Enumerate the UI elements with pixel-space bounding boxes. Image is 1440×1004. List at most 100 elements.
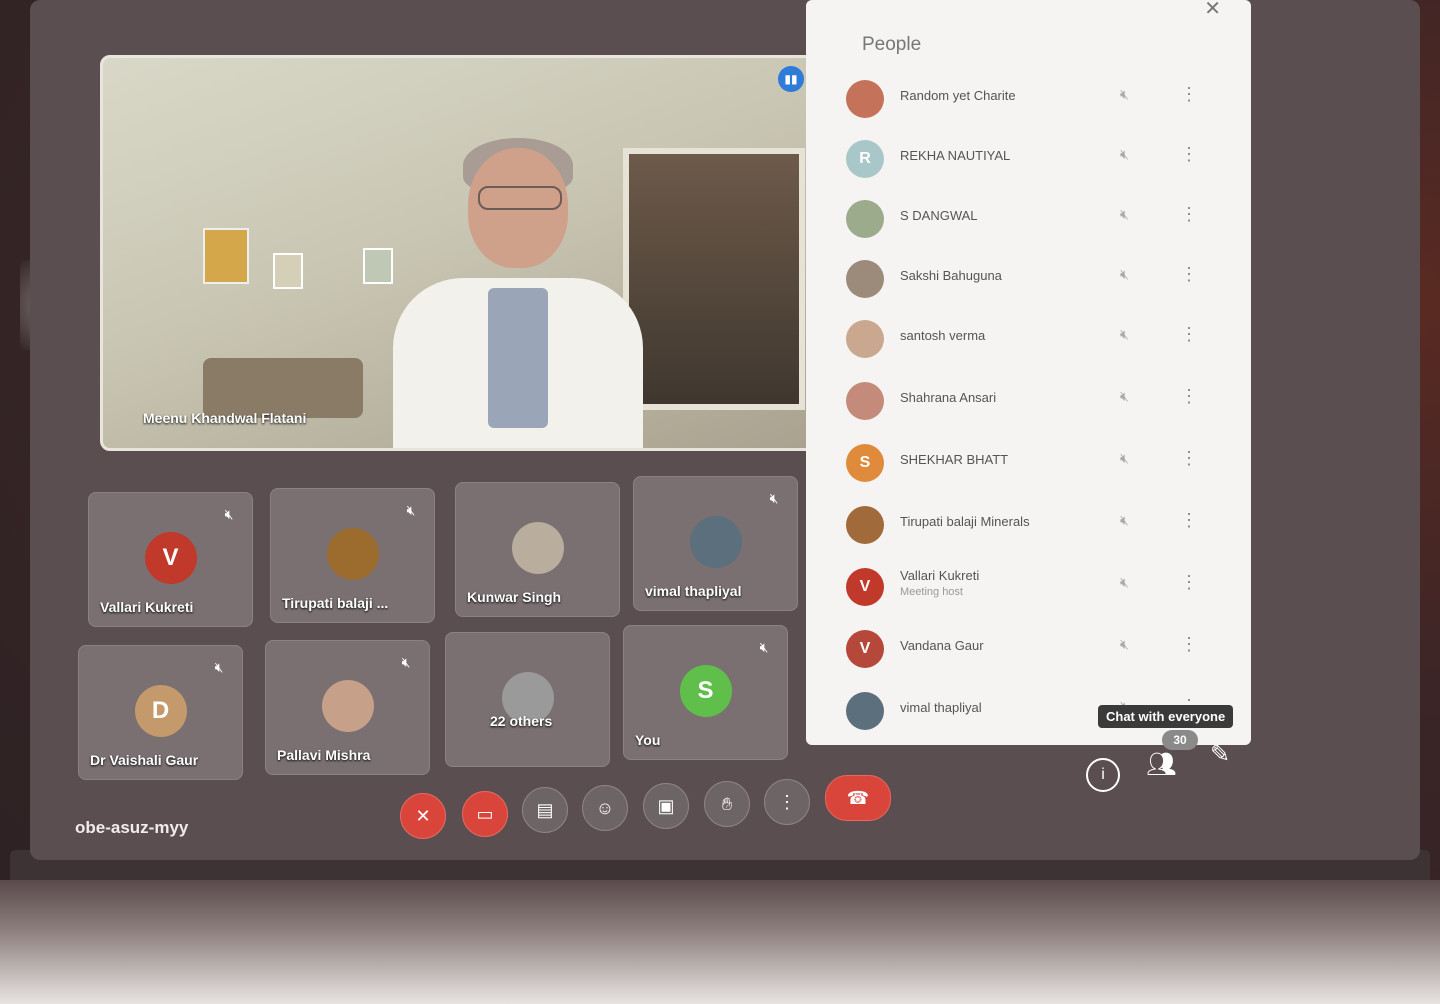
tile-name: Dr Vaishali Gaur [90, 752, 199, 768]
participant-row[interactable]: Random yet Charite 🔇︎ ⋮ [836, 76, 1236, 126]
participant-tile[interactable]: V 🔇︎ Vallari Kukreti [88, 492, 253, 627]
tile-name: Kunwar Singh [467, 589, 562, 605]
avatar [511, 522, 564, 574]
mic-off-icon: 🔇︎ [1120, 388, 1129, 404]
tile-name: 22 others [490, 713, 553, 729]
more-vert-icon[interactable]: ⋮ [764, 779, 810, 825]
mic-off-icon: 🔇︎ [759, 639, 769, 655]
participant-name: santosh verma [900, 328, 986, 343]
participant-name: Shahrana Ansari [900, 390, 997, 405]
avatar [689, 516, 742, 568]
tile-name: Tirupati balaji ... [282, 595, 389, 611]
participant-row[interactable]: S DANGWAL 🔇︎ ⋮ [836, 196, 1236, 246]
more-vert-icon[interactable]: ⋮ [1180, 324, 1198, 345]
participant-row[interactable]: V Vandana Gaur 🔇︎ ⋮ [836, 626, 1236, 676]
participant-row[interactable]: R REKHA NAUTIYAL 🔇︎ ⋮ [836, 136, 1236, 186]
mic-off-icon: 🔇︎ [214, 659, 224, 675]
participant-name: Sakshi Bahuguna [900, 268, 1002, 283]
more-vert-icon[interactable]: ⋮ [1180, 510, 1198, 531]
mic-off-icon: 🔇︎ [406, 502, 416, 518]
participant-row[interactable]: S SHEKHAR BHATT 🔇︎ ⋮ [836, 440, 1236, 490]
captions-icon[interactable]: ▤ [522, 787, 568, 833]
mic-off-icon: 🔇︎ [1120, 146, 1129, 162]
more-vert-icon[interactable]: ⋮ [1180, 264, 1198, 285]
participant-tile[interactable]: 🔇︎ Tirupati balaji ... [270, 488, 435, 623]
participant-name: vimal thapliyal [900, 700, 982, 715]
avatar: V [846, 568, 884, 606]
mic-off-icon: 🔇︎ [1120, 636, 1129, 652]
sofa [203, 358, 363, 418]
participant-tile[interactable]: D 🔇︎ Dr Vaishali Gaur [78, 645, 243, 780]
participant-row-host[interactable]: V Vallari Kukreti Meeting host 🔇︎ ⋮ [836, 564, 1236, 614]
tile-name: Pallavi Mishra [277, 747, 371, 763]
participant-tile-others[interactable]: 22 others [445, 632, 610, 767]
wall-picture [363, 248, 393, 284]
avatar: R [846, 140, 884, 178]
participant-row[interactable]: Shahrana Ansari 🔇︎ ⋮ [836, 378, 1236, 428]
avatar: S [679, 665, 732, 717]
avatar [846, 692, 884, 730]
more-vert-icon[interactable]: ⋮ [1180, 386, 1198, 407]
raise-hand-icon[interactable]: ✋︎ [704, 781, 750, 827]
participant-tile[interactable]: Kunwar Singh [455, 482, 620, 617]
more-vert-icon[interactable]: ⋮ [1180, 144, 1198, 165]
host-label: Meeting host [900, 586, 963, 598]
audio-level-icon: ▮▮ [778, 66, 804, 92]
participant-name: Vallari Kukreti [900, 568, 980, 583]
avatar [846, 80, 884, 118]
close-icon[interactable]: ✕ [1204, 0, 1221, 21]
speaker-glasses [478, 186, 562, 210]
mic-off-icon: 🔇︎ [1120, 450, 1129, 466]
people-panel: People ✕ Random yet Charite 🔇︎ ⋮ R REKHA… [806, 0, 1251, 745]
participant-row[interactable]: santosh verma 🔇︎ ⋮ [836, 316, 1236, 366]
activities-icon[interactable]: ✎ [1210, 740, 1230, 769]
participant-row[interactable]: Sakshi Bahuguna 🔇︎ ⋮ [836, 256, 1236, 306]
meet-screen: ▮▮ Meenu Khandwal Flatani V 🔇︎ Vallari K… [30, 0, 1420, 860]
participant-name: Random yet Charite [900, 88, 1016, 103]
meeting-code: obe-asuz-myy [75, 818, 189, 837]
present-icon[interactable]: ▣ [643, 783, 689, 829]
more-vert-icon[interactable]: ⋮ [1180, 84, 1198, 105]
more-vert-icon[interactable]: ⋮ [1180, 572, 1198, 593]
participant-name: Tirupati balaji Minerals [900, 514, 1030, 529]
avatar [846, 506, 884, 544]
info-icon[interactable]: i [1086, 758, 1120, 792]
mic-off-icon: 🔇︎ [1120, 86, 1129, 102]
mic-off-icon: 🔇︎ [1120, 574, 1129, 590]
mic-off-icon: 🔇︎ [769, 490, 779, 506]
avatar: D [134, 685, 187, 737]
mic-off-icon[interactable]: ✕ [400, 793, 446, 839]
control-bar: ✕ ▭ ▤ ☺ ▣ ✋︎ ⋮ ☎︎ [400, 775, 900, 839]
people-icon[interactable]: 👥︎ [1146, 750, 1176, 779]
camera-off-icon[interactable]: ▭ [462, 791, 508, 837]
participant-row[interactable]: Tirupati balaji Minerals 🔇︎ ⋮ [836, 502, 1236, 552]
spotlight-video[interactable]: ▮▮ Meenu Khandwal Flatani [100, 55, 821, 451]
emoji-icon[interactable]: ☺ [582, 785, 628, 831]
chat-with-everyone-label[interactable]: Chat with everyone [1098, 705, 1234, 728]
avatar [326, 528, 379, 580]
mic-off-icon: 🔇︎ [1120, 266, 1129, 282]
more-vert-icon[interactable]: ⋮ [1180, 448, 1198, 469]
participant-tile-self[interactable]: S 🔇︎ You [623, 625, 788, 760]
mic-off-icon: 🔇︎ [1120, 326, 1129, 342]
avatar: V [846, 630, 884, 668]
participant-tile[interactable]: 🔇︎ vimal thapliyal [633, 476, 798, 611]
end-call-button[interactable]: ☎︎ [825, 775, 891, 821]
paper-surface [0, 880, 1440, 1004]
participant-name: Vandana Gaur [900, 638, 984, 653]
tile-name: vimal thapliyal [645, 583, 742, 599]
avatar [846, 260, 884, 298]
mic-off-icon: 🔇︎ [224, 506, 234, 522]
more-vert-icon[interactable]: ⋮ [1180, 204, 1198, 225]
avatar [846, 382, 884, 420]
tile-name: You [635, 732, 661, 748]
speaker-shirt [488, 288, 548, 428]
avatar [321, 680, 374, 732]
speaker-figure [393, 138, 643, 448]
wall-picture [203, 228, 249, 284]
participant-tile[interactable]: 🔇︎ Pallavi Mishra [265, 640, 430, 775]
mic-off-icon: 🔇︎ [1120, 206, 1129, 222]
participant-name: SHEKHAR BHATT [900, 452, 1009, 467]
wall-picture [273, 253, 303, 289]
more-vert-icon[interactable]: ⋮ [1180, 634, 1198, 655]
